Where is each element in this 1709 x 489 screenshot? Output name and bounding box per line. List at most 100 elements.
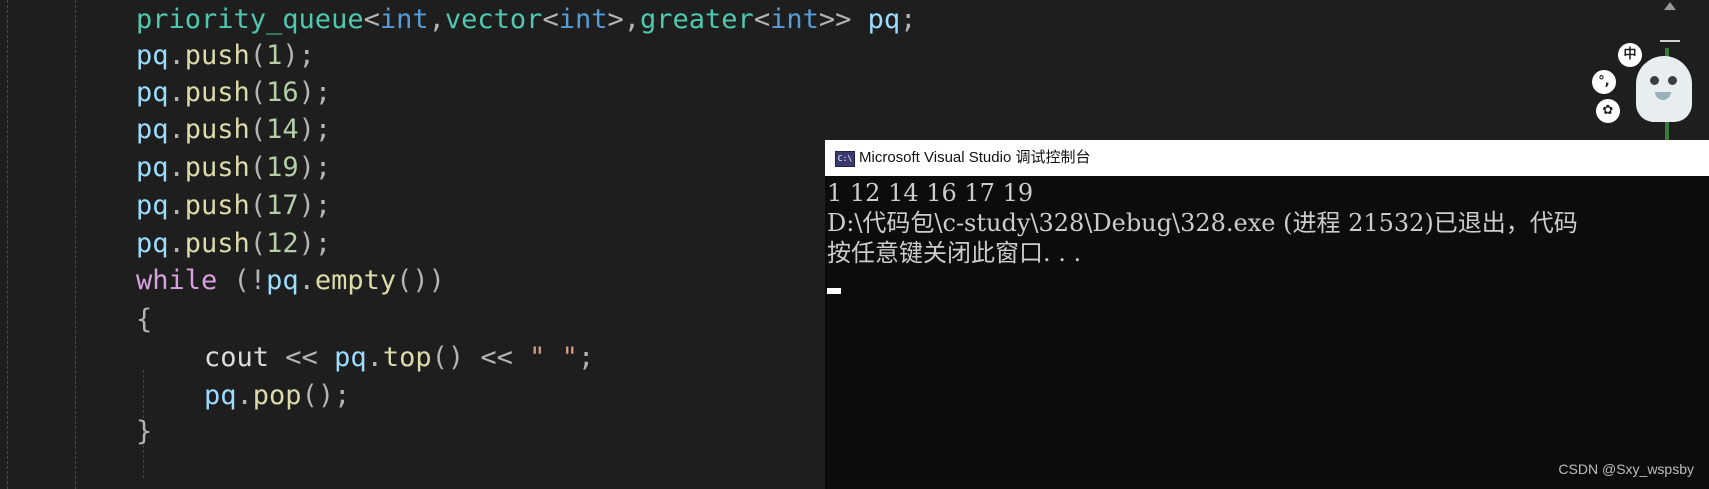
code-token: 16 <box>266 77 299 108</box>
code-token: push <box>184 77 250 108</box>
ime-punctuation-button[interactable]: °, <box>1592 70 1616 94</box>
watermark: CSDN @Sxy_wspsby <box>1558 461 1694 477</box>
code-token: ); <box>298 190 332 221</box>
code-token: , <box>623 4 641 35</box>
code-token: ); <box>298 114 332 145</box>
ime-language-button[interactable]: 中 <box>1618 43 1642 67</box>
code-token: ); <box>298 77 332 108</box>
code-line[interactable]: pq.push(12); <box>136 224 331 264</box>
code-token: " " <box>529 342 578 373</box>
code-token: () << <box>431 342 530 373</box>
avatar-eye <box>1668 76 1677 85</box>
code-line[interactable]: pq.push(1); <box>136 36 315 76</box>
code-token: priority_queue <box>136 4 364 35</box>
code-token: < <box>542 4 559 35</box>
code-line[interactable]: priority_queue<int,vector<int>,greater<i… <box>136 0 916 40</box>
code-line[interactable]: } <box>136 412 152 452</box>
indent-guide <box>7 0 8 489</box>
avatar-mouth <box>1655 92 1671 100</box>
code-line[interactable]: { <box>136 300 152 340</box>
code-token: ( <box>249 114 267 145</box>
code-line[interactable]: pq.push(16); <box>136 73 331 113</box>
console-titlebar[interactable]: C:\ Microsoft Visual Studio 调试控制台 <box>825 140 1709 176</box>
ime-floating-widget: 中 °, ✿ <box>1580 40 1700 130</box>
code-token: 1 <box>266 40 283 71</box>
code-token: > <box>607 4 624 35</box>
code-token: pq <box>867 4 901 35</box>
code-token: int <box>379 4 429 35</box>
code-token: . <box>168 40 185 71</box>
code-token: . <box>298 265 315 296</box>
code-token: , <box>428 4 445 35</box>
code-line[interactable]: cout << pq.top() << " "; <box>204 338 594 378</box>
code-token: ( <box>249 77 267 108</box>
code-token: . <box>168 228 185 259</box>
code-token: int <box>558 4 608 35</box>
code-token: push <box>184 228 250 259</box>
code-line[interactable]: pq.push(19); <box>136 148 331 188</box>
code-token: ()) <box>396 265 445 296</box>
code-token: pq <box>136 40 169 71</box>
code-token: vector <box>444 4 543 35</box>
code-token: ( <box>249 190 267 221</box>
ime-settings-icon[interactable]: ✿ <box>1596 99 1620 123</box>
code-token: ); <box>298 152 332 183</box>
code-token: pq <box>136 228 169 259</box>
code-token: pq <box>136 190 169 221</box>
code-token: (); <box>301 380 351 411</box>
code-line[interactable]: pq.pop(); <box>204 376 350 416</box>
code-token: pq <box>136 114 169 145</box>
code-token: ; <box>900 4 917 35</box>
mascot-avatar[interactable] <box>1636 56 1692 122</box>
code-token: push <box>184 114 250 145</box>
debug-console-window[interactable]: C:\ Microsoft Visual Studio 调试控制台 1 12 1… <box>825 140 1709 489</box>
console-output-line: 1 12 14 16 17 19 <box>827 179 1034 207</box>
code-token: (! <box>217 265 267 296</box>
code-token: pq <box>136 77 169 108</box>
code-token: . <box>168 114 185 145</box>
code-token: 19 <box>266 152 299 183</box>
code-token: pq <box>334 342 367 373</box>
indent-guide <box>75 0 76 489</box>
code-token: 14 <box>266 114 299 145</box>
code-token: push <box>184 190 250 221</box>
code-token: . <box>236 380 253 411</box>
code-token: empty <box>314 265 397 296</box>
code-token: push <box>184 152 250 183</box>
code-token: << <box>269 342 335 373</box>
console-title: Microsoft Visual Studio 调试控制台 <box>859 149 1091 166</box>
code-token: pq <box>266 265 299 296</box>
avatar-eye <box>1650 76 1659 85</box>
code-token: int <box>770 4 819 35</box>
code-token: < <box>753 4 771 35</box>
scroll-up-icon[interactable] <box>1664 2 1676 10</box>
code-token: ; <box>577 342 595 373</box>
code-token: 17 <box>266 190 299 221</box>
code-token: ); <box>298 228 332 259</box>
console-output-line: D:\代码包\c-study\328\Debug\328.exe (进程 215… <box>827 209 1578 237</box>
code-token: 12 <box>266 228 299 259</box>
code-token: pq <box>204 380 237 411</box>
code-token: ( <box>249 152 267 183</box>
code-token: ); <box>282 40 315 71</box>
code-token: pq <box>136 152 169 183</box>
code-token: { <box>136 304 153 335</box>
code-token: < <box>363 4 380 35</box>
code-token: . <box>168 77 185 108</box>
code-token: greater <box>640 4 754 35</box>
console-app-icon: C:\ <box>835 151 855 167</box>
code-token: >> <box>818 4 852 35</box>
code-token: while <box>136 265 218 296</box>
code-line[interactable]: while (!pq.empty()) <box>136 261 445 301</box>
console-cursor <box>827 288 841 294</box>
code-token: pop <box>252 380 302 411</box>
code-token: ( <box>249 40 267 71</box>
code-token: top <box>382 342 432 373</box>
code-token: cout <box>204 342 270 373</box>
code-line[interactable]: pq.push(14); <box>136 110 331 150</box>
code-line[interactable]: pq.push(17); <box>136 186 331 226</box>
code-token: . <box>168 190 185 221</box>
code-token: push <box>184 40 250 71</box>
code-token: } <box>136 416 153 447</box>
